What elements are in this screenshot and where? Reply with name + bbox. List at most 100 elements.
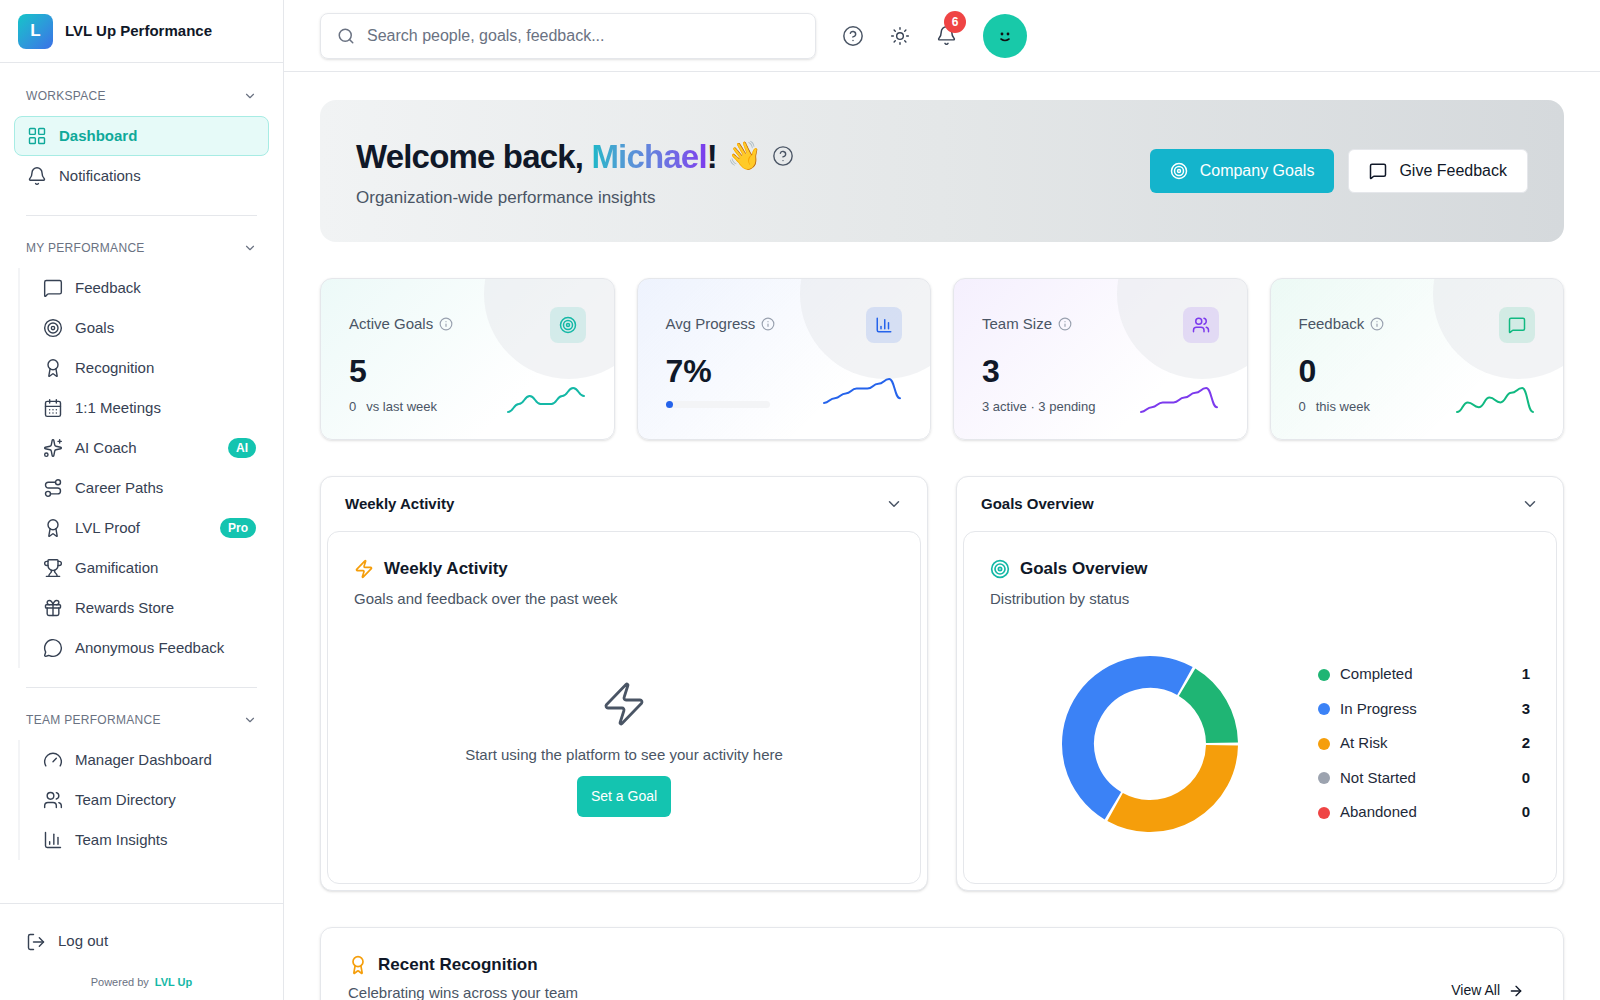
arrow-right-icon [1508,983,1524,999]
stat-icon-box [866,307,902,343]
status-dot [1318,772,1330,784]
nav-icon [43,518,63,538]
nav-section: WORKSPACE DashboardNotifications [14,84,269,196]
donut-segment[interactable] [1078,671,1185,805]
chevron-icon [885,495,903,513]
stat-card[interactable]: Avg Progress7% [637,278,932,440]
info-icon[interactable] [761,317,775,331]
progress-track [666,401,770,408]
panel-header[interactable]: Weekly Activity [327,477,921,531]
info-icon[interactable] [439,317,453,331]
stat-card[interactable]: Active Goals50vs last week [320,278,615,440]
goals-overview-panel: Goals OverviewGoals OverviewDistribution… [956,476,1564,891]
sidebar-item[interactable]: Goals [30,308,269,348]
nav-icon [43,278,63,298]
nav-icon [43,318,63,338]
progress-fill [666,401,673,408]
panel-card: Weekly ActivityGoals and feedback over t… [327,531,921,884]
stat-icon [1192,316,1210,334]
sidebar-item[interactable]: Rewards Store [30,588,269,628]
nav-icon [43,790,63,810]
legend-item[interactable]: Not Started0 [1318,767,1530,790]
goals-donut-chart [1060,654,1240,834]
sidebar-item[interactable]: Anonymous Feedback [30,628,269,668]
notifications-button[interactable]: 6 [936,25,957,46]
logout-icon [26,932,46,952]
dashboard-content: Welcome back, Michael!👋Organization-wide… [284,72,1600,1000]
sidebar-item[interactable]: Notifications [14,156,269,196]
sidebar-item[interactable]: Team Insights [30,820,269,860]
status-dot [1318,807,1330,819]
sparkline-chart [506,383,586,415]
stat-icon [875,316,893,334]
sidebar-item[interactable]: Recognition [30,348,269,388]
sidebar-item[interactable]: Manager Dashboard [30,740,269,780]
legend-item[interactable]: At Risk2 [1318,732,1530,755]
give-feedback-button[interactable]: Give Feedback [1348,149,1528,193]
chevron-icon [243,241,257,255]
stat-card[interactable]: Team Size33 active · 3 pending [953,278,1248,440]
info-icon[interactable] [1370,317,1384,331]
donut-segment[interactable] [1187,682,1222,742]
notification-badge: 6 [944,11,966,33]
nav-icon [27,126,47,146]
set-goal-button[interactable]: Set a Goal [577,776,671,817]
chevron-icon [243,89,257,103]
search-icon [337,27,355,45]
user-avatar[interactable] [983,14,1027,58]
legend-item[interactable]: Abandoned0 [1318,801,1530,824]
sidebar-item[interactable]: AI CoachAI [30,428,269,468]
status-dot [1318,738,1330,750]
search-field[interactable]: Search people, goals, feedback... [320,13,816,59]
help-icon[interactable] [772,145,794,167]
nav-icon [43,438,63,458]
nav-icon [43,358,63,378]
legend-item[interactable]: Completed1 [1318,663,1530,686]
nav-icon [43,750,63,770]
logout-button[interactable]: Log out [0,922,283,962]
view-all-link[interactable]: View All [1451,980,1524,1000]
section-divider [26,215,257,216]
stat-icon-box [550,307,586,343]
top-bar: Search people, goals, feedback... 6 [284,0,1600,72]
theme-icon[interactable] [890,26,910,46]
lightning-icon [354,559,374,579]
nav-icon [43,598,63,618]
sidebar-item[interactable]: Team Directory [30,780,269,820]
sidebar-item[interactable]: 1:1 Meetings [30,388,269,428]
sidebar-item[interactable]: Feedback [30,268,269,308]
sparkline-line [824,379,900,403]
sparkline-chart [1455,383,1535,415]
status-dot [1318,669,1330,681]
donut-segment[interactable] [1115,745,1222,816]
help-icon[interactable] [842,25,864,47]
section-header[interactable]: MY PERFORMANCE [14,236,269,260]
company-goals-button[interactable]: Company Goals [1150,149,1335,193]
target-icon [1170,162,1188,180]
legend-item[interactable]: In Progress3 [1318,698,1530,721]
empty-state: Start using the platform to see your act… [354,610,894,867]
panel-header[interactable]: Goals Overview [963,477,1557,531]
sparkline-chart [1139,383,1219,415]
sidebar-item[interactable]: Gamification [30,548,269,588]
sidebar-item[interactable]: Career Paths [30,468,269,508]
wave-emoji: 👋 [727,135,762,177]
app: LLVL Up PerformanceWORKSPACEDashboardNot… [0,0,1600,1000]
recent-recognition-card: Recent RecognitionCelebrating wins acros… [320,927,1564,1000]
stat-card[interactable]: Feedback00this week [1270,278,1565,440]
nav-icon [43,478,63,498]
sidebar-item[interactable]: LVL ProofPro [30,508,269,548]
section-divider [26,687,257,688]
section-header[interactable]: WORKSPACE [14,84,269,108]
sidebar-nav: WORKSPACE DashboardNotifications MY PERFOR… [0,63,283,903]
section-header[interactable]: TEAM PERFORMANCE [14,708,269,732]
brand[interactable]: LLVL Up Performance [0,0,283,63]
chevron-icon [1521,495,1539,513]
sidebar-item[interactable]: Dashboard [14,116,269,156]
brand-logo: L [18,14,53,49]
sparkline-line [1141,388,1217,412]
stat-icon [1508,316,1526,334]
info-icon[interactable] [1058,317,1072,331]
nav-badge: AI [228,438,256,458]
weekly-activity-panel: Weekly ActivityWeekly ActivityGoals and … [320,476,928,891]
